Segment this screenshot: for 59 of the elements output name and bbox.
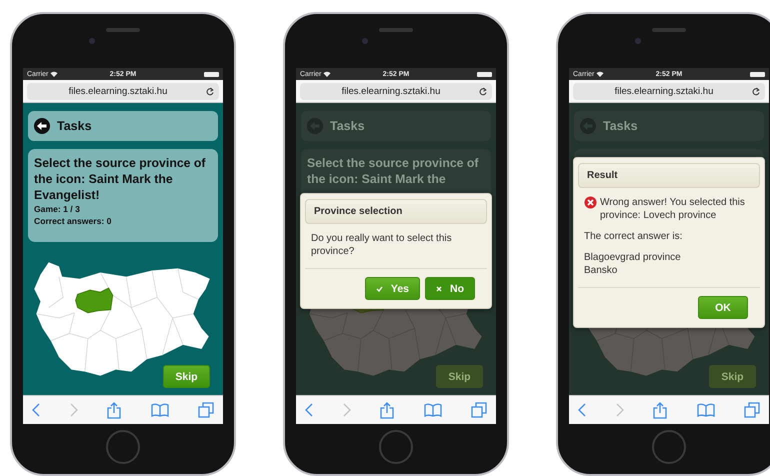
skip-button[interactable]: Skip [163,365,210,388]
camera-lens [362,38,368,44]
camera-lens [89,38,95,44]
dialog-text: Do you really want to select this province? [311,232,453,258]
battery-icon [204,72,219,76]
share-icon[interactable] [107,402,121,418]
header-card[interactable]: Tasks [574,111,764,141]
question-text: Select the source province of the icon: Saint Mark the [307,155,480,187]
url-text: files.elearning.sztaki.hu [342,86,440,96]
header-title: Tasks [330,119,365,133]
url-field[interactable]: files.elearning.sztaki.hu [300,82,492,100]
book-icon[interactable] [696,403,714,417]
dialog-text: Blagoevgrad province [584,251,682,264]
battery-icon [750,72,765,76]
header-title: Tasks [57,119,92,133]
dialog-text: Wrong answer! You selected this province: Lovech province [600,196,746,222]
skip-button[interactable]: Skip [436,365,483,388]
battery-icon [477,72,492,76]
game-counter: Game: 1 / 3 [34,203,81,215]
header-card[interactable]: Tasks [28,111,218,141]
url-field[interactable]: files.elearning.sztaki.hu [27,82,219,100]
dialog-button[interactable]: No [425,277,475,300]
book-icon[interactable] [150,403,168,417]
home-button[interactable] [379,430,413,464]
header-title: Tasks [603,119,638,133]
reload-icon[interactable] [752,86,760,96]
dialog-text: Bansko [584,264,618,277]
url-field[interactable]: files.elearning.sztaki.hu [573,82,765,100]
back-icon[interactable] [578,403,586,417]
camera-lens [635,38,641,44]
share-icon[interactable] [380,402,394,418]
tabs-icon[interactable] [198,402,214,418]
check-icon [376,286,383,292]
home-button[interactable] [652,430,686,464]
header-card[interactable]: Tasks [301,111,491,141]
dialog-button[interactable]: OK [698,296,748,319]
close-icon [436,286,442,292]
home-button[interactable] [106,430,140,464]
reload-icon[interactable] [479,86,487,96]
reload-icon[interactable] [206,86,214,96]
back-icon[interactable] [305,403,313,417]
error-icon [584,196,597,209]
back-icon[interactable] [32,403,40,417]
share-icon[interactable] [653,402,667,418]
skip-button[interactable]: Skip [709,365,756,388]
url-text: files.elearning.sztaki.hu [68,86,168,96]
question-text: Select the source province of the icon: Saint Mark the Evangelist! [34,155,207,203]
dialog-button[interactable]: Yes [364,277,420,300]
book-icon[interactable] [424,403,442,417]
wifi-icon [596,71,604,77]
wifi-icon [50,71,58,77]
wifi-icon [323,71,332,77]
dialog-text: The correct answer is: [584,230,684,243]
dialog-title: Result [578,163,760,188]
score-text: Correct answers: 0 [34,215,112,227]
dialog-title: Province selection [305,199,487,224]
url-text: files.elearning.sztaki.hu [614,86,714,96]
tabs-icon[interactable] [471,402,487,418]
tabs-icon[interactable] [744,402,760,418]
